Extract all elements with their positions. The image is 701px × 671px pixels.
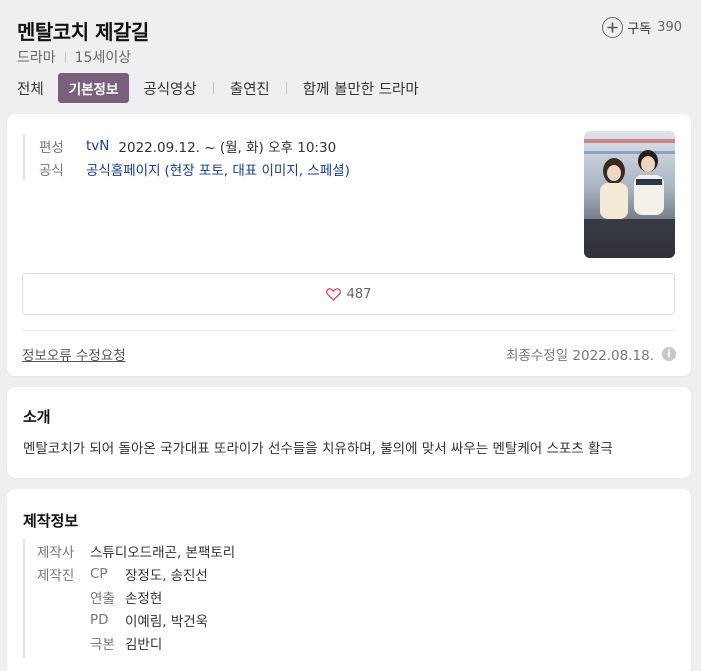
genre-label: 드라마 xyxy=(17,50,56,66)
official-extra-links[interactable]: (현장 포토, 대표 이미지, 스페셜) xyxy=(165,159,350,179)
divider xyxy=(22,330,676,331)
company-label: 제작사 xyxy=(37,544,75,561)
broadcast-info: 편성 tvN 2022.09.12. ~ (월, 화) 오후 10:30 공식 … xyxy=(23,134,350,180)
director-row: 연출 손정현 xyxy=(37,585,235,608)
poster-image[interactable] xyxy=(584,131,675,258)
tab-divider xyxy=(285,82,287,94)
age-rating: 15세이상 xyxy=(74,50,132,66)
subscribe-count: 390 xyxy=(657,20,682,35)
last-modified: 최종수정일 2022.08.18. i xyxy=(506,344,676,364)
subscribe-button[interactable]: 구독 390 xyxy=(602,17,682,38)
intro-title: 소개 xyxy=(23,408,51,426)
company-row: 제작사 스튜디오드래곤, 본팩토리 xyxy=(37,539,235,562)
intro-text: 멘탈코치가 되어 돌아온 국가대표 또라이가 선수들을 치유하며, 불의에 맞서… xyxy=(23,441,613,457)
tab-basic-info[interactable]: 기본정보 xyxy=(57,73,130,103)
pd-row: PD 이예림, 박건욱 xyxy=(37,608,235,631)
writer-label: 극본 xyxy=(90,636,115,653)
last-modified-text: 최종수정일 2022.08.18. xyxy=(506,348,654,364)
cp-value: 장정도, xyxy=(125,567,167,584)
pd-value: 이예림, 박건욱 xyxy=(125,613,209,630)
intro-card: 소개 멘탈코치가 되어 돌아온 국가대표 또라이가 선수들을 치유하며, 불의에… xyxy=(7,387,691,478)
schedule-text: 2022.09.12. ~ (월, 화) 오후 10:30 xyxy=(118,139,337,156)
tab-official-video[interactable]: 공식영상 xyxy=(143,78,196,99)
cp-link[interactable]: 송진선 xyxy=(171,564,208,584)
cp-label: CP xyxy=(90,565,108,582)
director-link[interactable]: 손정현 xyxy=(125,587,162,607)
plus-icon xyxy=(602,17,624,38)
schedule-row: 편성 tvN 2022.09.12. ~ (월, 화) 오후 10:30 xyxy=(39,134,350,157)
drama-header: 멘탈코치 제갈길 드라마 15세이상 구독 390 전체 기본정보 공식영상 출… xyxy=(0,0,701,108)
tab-recommended[interactable]: 함께 볼만한 드라마 xyxy=(303,78,419,99)
official-homepage-link[interactable]: 공식홈페이지 xyxy=(86,159,161,179)
director-label: 연출 xyxy=(90,590,115,607)
like-button[interactable]: 487 xyxy=(22,273,675,315)
info-icon[interactable]: i xyxy=(662,347,676,361)
staff-label: 제작진 xyxy=(37,567,75,584)
like-count: 487 xyxy=(346,286,372,302)
writer-link[interactable]: 김반디 xyxy=(125,633,162,653)
drama-meta: 드라마 15세이상 xyxy=(17,47,131,67)
pd-label: PD xyxy=(90,611,109,628)
basic-info-card: 편성 tvN 2022.09.12. ~ (월, 화) 오후 10:30 공식 … xyxy=(7,114,691,376)
official-label: 공식 xyxy=(39,162,64,179)
page-title: 멘탈코치 제갈길 xyxy=(17,20,149,44)
heart-icon xyxy=(325,287,341,301)
tab-bar: 전체 기본정보 공식영상 출연진 함께 볼만한 드라마 xyxy=(17,73,419,103)
meta-divider xyxy=(64,51,66,63)
writer-row: 극본 김반디 xyxy=(37,631,235,654)
subscribe-label: 구독 xyxy=(627,22,652,37)
official-row: 공식 공식홈페이지 (현장 포토, 대표 이미지, 스페셜) xyxy=(39,157,350,180)
tab-cast[interactable]: 출연진 xyxy=(230,78,270,99)
schedule-label: 편성 xyxy=(39,139,64,156)
report-error-link[interactable]: 정보오류 수정요청 xyxy=(22,344,126,364)
channel-link[interactable]: tvN xyxy=(86,138,109,154)
company-value: 스튜디오드래곤, 본팩토리 xyxy=(90,544,236,561)
production-info: 제작사 스튜디오드래곤, 본팩토리 제작진 CP 장정도, 송진선 연출 손정현… xyxy=(23,539,235,659)
staff-cp-row: 제작진 CP 장정도, 송진선 xyxy=(37,562,235,585)
tab-all[interactable]: 전체 xyxy=(17,78,44,99)
tab-divider xyxy=(212,82,214,94)
production-card: 제작정보 제작사 스튜디오드래곤, 본팩토리 제작진 CP 장정도, 송진선 연… xyxy=(7,489,691,671)
production-title: 제작정보 xyxy=(23,512,79,530)
